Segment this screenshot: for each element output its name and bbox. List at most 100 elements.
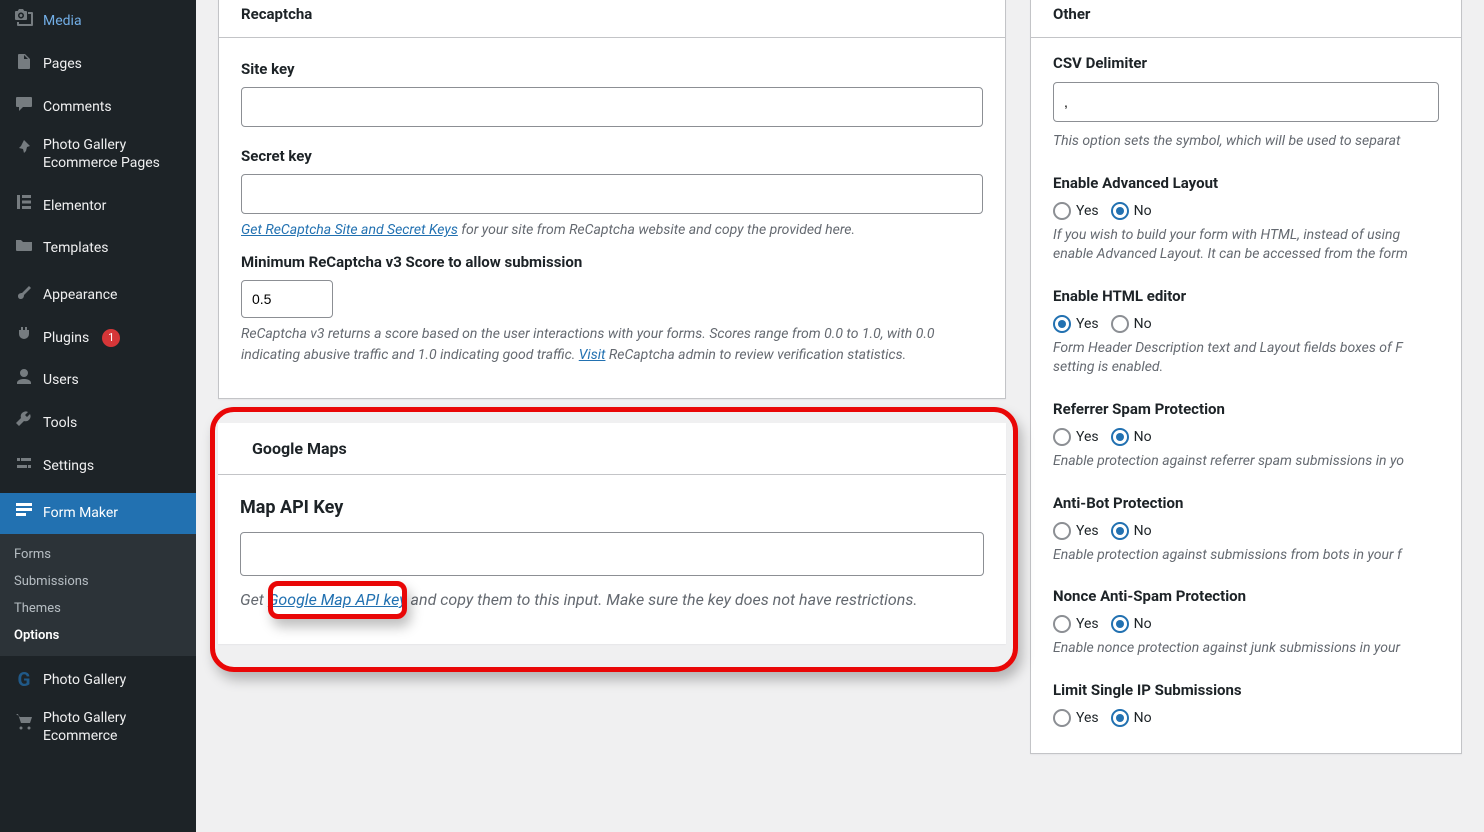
- anti-help: Enable protection against submissions fr…: [1053, 546, 1439, 566]
- sidebar-item-label: Photo Gallery Ecommerce Pages: [43, 136, 184, 172]
- sidebar-item-label: Photo Gallery Ecommerce: [43, 709, 184, 745]
- html-no[interactable]: No: [1111, 315, 1152, 333]
- sidebar: Media Pages Comments Photo Gallery Ecomm…: [0, 0, 196, 832]
- sidebar-submenu: Forms Submissions Themes Options: [0, 534, 196, 656]
- card-recaptcha: Recaptcha Site key Secret key Get ReCapt…: [218, 0, 1006, 399]
- html-radios: Yes No: [1053, 315, 1439, 333]
- sidebar-item-tools[interactable]: Tools: [0, 402, 196, 445]
- visit-link[interactable]: Visit: [579, 347, 606, 363]
- score-label: Minimum ReCaptcha v3 Score to allow subm…: [241, 253, 983, 271]
- nonce-help: Enable nonce protection against junk sub…: [1053, 639, 1439, 659]
- nonce-radios: Yes No: [1053, 615, 1439, 633]
- csv-input[interactable]: [1053, 82, 1439, 122]
- adv-radios: Yes No: [1053, 202, 1439, 220]
- sub-themes[interactable]: Themes: [0, 595, 196, 622]
- sidebar-item-plugins[interactable]: Plugins 1: [0, 317, 196, 360]
- form-icon: [14, 499, 34, 526]
- sidebar-item-label: Comments: [43, 98, 112, 116]
- html-yes[interactable]: Yes: [1053, 315, 1099, 333]
- media-icon: [14, 8, 34, 35]
- score-input[interactable]: [241, 280, 333, 318]
- anti-radios: Yes No: [1053, 522, 1439, 540]
- plugins-badge: 1: [102, 329, 120, 347]
- html-label: Enable HTML editor: [1053, 287, 1439, 305]
- ref-radios: Yes No: [1053, 428, 1439, 446]
- sidebar-item-pages[interactable]: Pages: [0, 43, 196, 86]
- csv-label: CSV Delimiter: [1053, 54, 1439, 72]
- folder-icon: [14, 235, 34, 262]
- ip-radios: Yes No: [1053, 709, 1439, 727]
- site-key-label: Site key: [241, 60, 983, 78]
- ref-no[interactable]: No: [1111, 428, 1152, 446]
- sidebar-item-label: Settings: [43, 457, 94, 475]
- card-head-recaptcha: Recaptcha: [219, 0, 1005, 38]
- ip-no[interactable]: No: [1111, 709, 1152, 727]
- anti-yes[interactable]: Yes: [1053, 522, 1099, 540]
- sub-submissions[interactable]: Submissions: [0, 568, 196, 595]
- sidebar-item-elementor[interactable]: Elementor: [0, 186, 196, 227]
- sidebar-item-form-maker[interactable]: Form Maker: [0, 493, 196, 534]
- adv-help: If you wish to build your form with HTML…: [1053, 226, 1439, 265]
- plugins-icon: [14, 325, 34, 352]
- sidebar-item-pg-ecommerce[interactable]: Photo Gallery Ecommerce: [0, 701, 196, 753]
- gallery-icon: G: [14, 668, 34, 693]
- api-key-help: Get Google Map API key and copy them to …: [240, 588, 984, 612]
- sidebar-item-label: Photo Gallery: [43, 671, 126, 689]
- adv-label: Enable Advanced Layout: [1053, 174, 1439, 192]
- sidebar-item-label: Elementor: [43, 197, 106, 215]
- elementor-icon: [14, 192, 34, 219]
- nonce-no[interactable]: No: [1111, 615, 1152, 633]
- api-key-input[interactable]: [240, 532, 984, 576]
- anti-label: Anti-Bot Protection: [1053, 494, 1439, 512]
- score-help: ReCaptcha v3 returns a score based on th…: [241, 324, 983, 366]
- nonce-label: Nonce Anti-Spam Protection: [1053, 587, 1439, 605]
- pin-icon: [14, 136, 34, 165]
- ref-label: Referrer Spam Protection: [1053, 400, 1439, 418]
- settings-icon: [14, 453, 34, 480]
- sidebar-item-appearance[interactable]: Appearance: [0, 276, 196, 317]
- anti-no[interactable]: No: [1111, 522, 1152, 540]
- ref-yes[interactable]: Yes: [1053, 428, 1099, 446]
- wrench-icon: [14, 410, 34, 437]
- recaptcha-keys-help: Get ReCaptcha Site and Secret Keys for y…: [241, 220, 983, 241]
- site-key-input[interactable]: [241, 87, 983, 127]
- brush-icon: [14, 282, 34, 309]
- ip-yes[interactable]: Yes: [1053, 709, 1099, 727]
- sidebar-item-media[interactable]: Media: [0, 0, 196, 43]
- secret-key-label: Secret key: [241, 147, 983, 165]
- sidebar-item-label: Appearance: [43, 286, 117, 304]
- google-maps-highlight: Google Maps Map API Key Get Google Map A…: [218, 423, 1006, 644]
- pages-icon: [14, 51, 34, 78]
- sidebar-item-label: Form Maker: [43, 504, 118, 522]
- sidebar-item-users[interactable]: Users: [0, 359, 196, 402]
- sidebar-item-photo-gallery[interactable]: G Photo Gallery: [0, 662, 196, 701]
- sub-options[interactable]: Options: [0, 622, 196, 649]
- sidebar-item-settings[interactable]: Settings: [0, 445, 196, 488]
- sidebar-item-label: Media: [43, 12, 82, 30]
- recaptcha-keys-link[interactable]: Get ReCaptcha Site and Secret Keys: [241, 222, 458, 238]
- sidebar-item-comments[interactable]: Comments: [0, 85, 196, 128]
- sub-forms[interactable]: Forms: [0, 541, 196, 568]
- comments-icon: [14, 93, 34, 120]
- csv-help: This option sets the symbol, which will …: [1053, 132, 1439, 152]
- adv-no[interactable]: No: [1111, 202, 1152, 220]
- users-icon: [14, 367, 34, 394]
- ref-help: Enable protection against referrer spam …: [1053, 452, 1439, 472]
- card-head-gmaps: Google Maps: [218, 423, 1006, 475]
- secret-key-input[interactable]: [241, 174, 983, 214]
- ip-label: Limit Single IP Submissions: [1053, 681, 1439, 699]
- nonce-yes[interactable]: Yes: [1053, 615, 1099, 633]
- html-help: Form Header Description text and Layout …: [1053, 339, 1439, 378]
- adv-yes[interactable]: Yes: [1053, 202, 1099, 220]
- sidebar-item-label: Users: [43, 371, 79, 389]
- sidebar-item-label: Plugins: [43, 329, 89, 347]
- card-head-other: Other: [1031, 0, 1461, 38]
- card-gmaps: Google Maps Map API Key Get Google Map A…: [218, 423, 1006, 644]
- sidebar-item-pg-ecom-pages[interactable]: Photo Gallery Ecommerce Pages: [0, 128, 196, 180]
- card-other: Other CSV Delimiter This option sets the…: [1030, 0, 1462, 754]
- api-key-label: Map API Key: [240, 497, 984, 518]
- sidebar-item-label: Pages: [43, 55, 82, 73]
- cart-icon: [14, 709, 34, 738]
- gmap-key-link[interactable]: Google Map API key: [268, 590, 407, 609]
- sidebar-item-templates[interactable]: Templates: [0, 227, 196, 270]
